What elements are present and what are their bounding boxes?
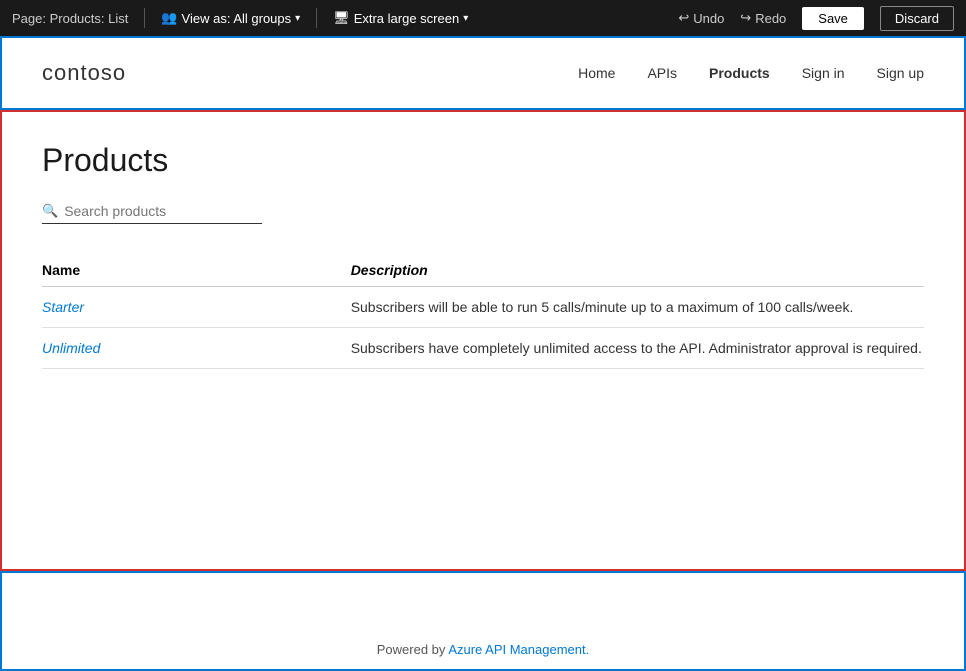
- footer-text: Powered by Azure API Management.: [377, 642, 589, 657]
- product-desc-cell: Subscribers have completely unlimited ac…: [351, 328, 924, 369]
- chevron-down-icon: ▾: [295, 13, 300, 24]
- undo-label: Undo: [693, 11, 724, 26]
- undo-icon: ↩: [678, 10, 689, 26]
- page-title: Products: [42, 142, 924, 179]
- page-wrapper: contoso Home APIs Products Sign in Sign …: [0, 36, 966, 671]
- product-desc-cell: Subscribers will be able to run 5 calls/…: [351, 287, 924, 328]
- toolbar-separator: [144, 8, 145, 28]
- nav-apis[interactable]: APIs: [647, 65, 677, 81]
- users-icon: 👥: [161, 10, 177, 26]
- discard-button[interactable]: Discard: [880, 6, 954, 31]
- footer-label: Powered by: [377, 642, 449, 657]
- site-nav: Home APIs Products Sign in Sign up: [578, 65, 924, 81]
- products-table: Name Description Starter Subscribers will…: [42, 254, 924, 369]
- chevron-down-icon2: ▾: [463, 13, 468, 24]
- table-row: Unlimited Subscribers have completely unl…: [42, 328, 924, 369]
- nav-home[interactable]: Home: [578, 65, 615, 81]
- nav-products[interactable]: Products: [709, 65, 770, 81]
- footer-link[interactable]: Azure API Management.: [448, 642, 589, 657]
- table-header-row: Name Description: [42, 254, 924, 287]
- page-label: Page: Products: List: [12, 11, 128, 26]
- site-logo: contoso: [42, 60, 126, 86]
- view-as-selector[interactable]: 👥 View as: All groups ▾: [161, 10, 300, 26]
- view-as-label: View as: All groups: [182, 11, 292, 26]
- toolbar: Page: Products: List 👥 View as: All grou…: [0, 0, 966, 36]
- nav-sign-up[interactable]: Sign up: [877, 65, 924, 81]
- product-name-link[interactable]: Unlimited: [42, 340, 100, 356]
- search-input[interactable]: [64, 203, 254, 219]
- product-name-cell: Unlimited: [42, 328, 351, 369]
- undo-button[interactable]: ↩ Undo: [678, 10, 724, 26]
- redo-button[interactable]: ↪ Redo: [740, 10, 786, 26]
- screen-size-selector[interactable]: 🖥 Extra large screen ▾: [333, 10, 468, 26]
- monitor-icon: 🖥: [333, 10, 350, 26]
- search-container: 🔍: [42, 203, 262, 224]
- screen-size-label: Extra large screen: [354, 11, 460, 26]
- product-name-link[interactable]: Starter: [42, 299, 84, 315]
- search-icon: 🔍: [42, 203, 58, 219]
- redo-label: Redo: [755, 11, 786, 26]
- content-section: Products 🔍 Name Description Starter Subsc…: [0, 110, 966, 571]
- redo-icon: ↪: [740, 10, 751, 26]
- header-section: contoso Home APIs Products Sign in Sign …: [0, 36, 966, 110]
- toolbar-separator2: [316, 8, 317, 28]
- col-name-header: Name: [42, 254, 351, 287]
- table-row: Starter Subscribers will be able to run 5…: [42, 287, 924, 328]
- product-name-cell: Starter: [42, 287, 351, 328]
- footer-section: Powered by Azure API Management.: [0, 571, 966, 671]
- save-button[interactable]: Save: [802, 7, 864, 30]
- site-header: contoso Home APIs Products Sign in Sign …: [42, 38, 924, 108]
- nav-sign-in[interactable]: Sign in: [802, 65, 845, 81]
- col-desc-header: Description: [351, 254, 924, 287]
